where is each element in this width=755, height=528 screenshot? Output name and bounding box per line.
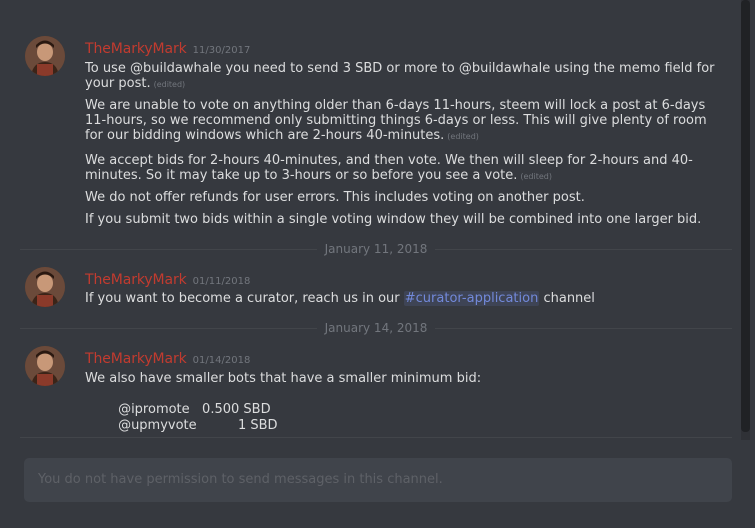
timestamp: 01/11/2018 (192, 276, 251, 287)
message-list[interactable]: TheMarkyMark 11/30/2017 To use @buildawha… (0, 0, 740, 440)
message-header: TheMarkyMark 01/14/2018 (85, 348, 251, 367)
avatar[interactable] (25, 346, 65, 386)
date-divider: January 14, 2018 (20, 321, 732, 335)
avatar-image-icon (25, 267, 65, 307)
username[interactable]: TheMarkyMark (85, 272, 187, 288)
message-header: TheMarkyMark 01/11/2018 (85, 269, 251, 288)
message-text: We accept bids for 2-hours 40-minutes, a… (85, 153, 693, 183)
message-header: TheMarkyMark 11/30/2017 (85, 38, 251, 57)
chat-window: TheMarkyMark 11/30/2017 To use @buildawha… (0, 0, 755, 528)
username[interactable]: TheMarkyMark (85, 41, 187, 57)
timestamp: 01/14/2018 (192, 355, 251, 366)
date-divider: January 11, 2018 (20, 242, 732, 256)
scrollbar-thumb[interactable] (741, 0, 750, 432)
username[interactable]: TheMarkyMark (85, 351, 187, 367)
message-text: We do not offer refunds for user errors.… (85, 190, 585, 205)
avatar-image-icon (25, 36, 65, 76)
avatar[interactable] (25, 267, 65, 307)
edited-tag: (edited) (447, 132, 479, 141)
avatar-image-icon (25, 346, 65, 386)
message-text: To use @buildawhale you need to send 3 S… (85, 61, 715, 91)
message-text: We also have smaller bots that have a sm… (85, 371, 482, 386)
message-text: @upmyvote 1 SBD (118, 418, 278, 433)
divider-line (20, 437, 732, 438)
channel-mention-link[interactable]: #curator-application (403, 291, 540, 306)
date-divider-label: January 11, 2018 (316, 242, 436, 256)
avatar[interactable] (25, 36, 65, 76)
message-input-box[interactable]: You do not have permission to send messa… (24, 458, 732, 502)
edited-tag: (edited) (520, 172, 552, 181)
message-text: If you submit two bids within a single v… (85, 212, 702, 227)
message-text: If you want to become a curator, reach u… (85, 291, 595, 306)
edited-tag: (edited) (153, 80, 186, 89)
message-input-placeholder: You do not have permission to send messa… (38, 472, 443, 487)
date-divider-label: January 14, 2018 (316, 321, 436, 335)
timestamp: 11/30/2017 (192, 45, 251, 56)
message-text: We are unable to vote on anything older … (85, 98, 707, 143)
